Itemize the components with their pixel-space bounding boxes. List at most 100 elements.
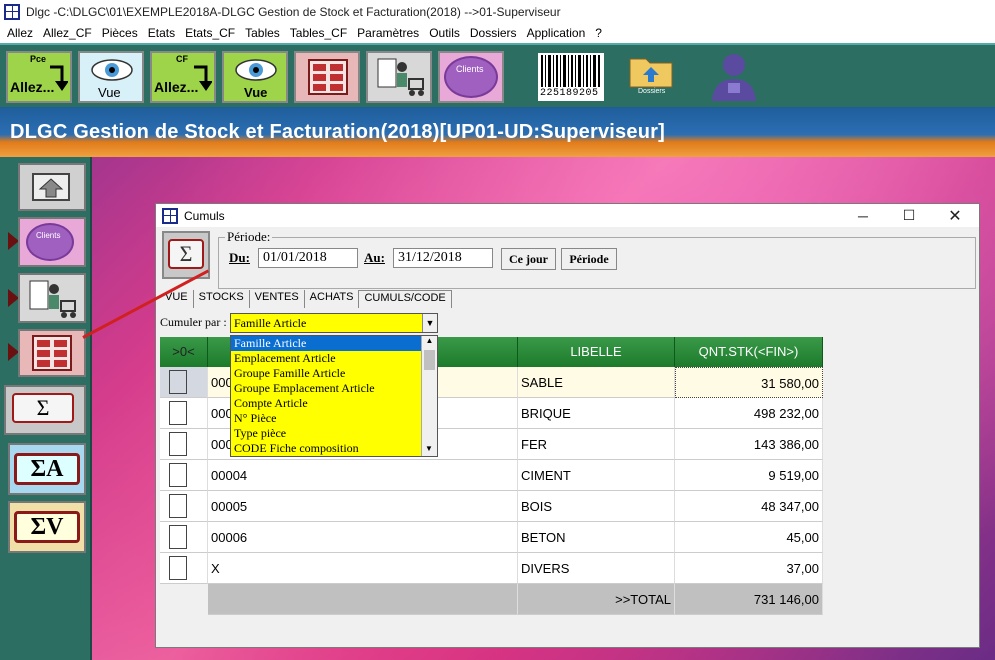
- tables-side-button[interactable]: [18, 329, 86, 377]
- sigma-v-button[interactable]: ΣV: [8, 501, 86, 553]
- tab-stocks[interactable]: STOCKS: [192, 290, 249, 308]
- qnt-cell: 498 232,00: [675, 398, 823, 429]
- vue-cf-button[interactable]: Vue: [222, 51, 288, 103]
- row-checkbox[interactable]: [169, 370, 187, 394]
- column-header-check[interactable]: >0<: [160, 337, 208, 367]
- total-value: 731 146,00: [675, 584, 823, 615]
- table-row[interactable]: X DIVERS 37,00: [160, 553, 823, 584]
- menu-outils[interactable]: Outils: [424, 26, 465, 40]
- dialog-title: Cumuls: [184, 208, 225, 223]
- menu-allez-cf[interactable]: Allez_CF: [38, 26, 97, 40]
- qnt-cell: 143 386,00: [675, 429, 823, 460]
- dropdown-option[interactable]: N° Pièce: [231, 411, 437, 426]
- allez-cf-button[interactable]: CF Allez...: [150, 51, 216, 103]
- du-date-input[interactable]: [258, 248, 358, 268]
- menu-help[interactable]: ?: [590, 26, 607, 40]
- minimize-icon[interactable]: ─: [840, 204, 886, 227]
- menu-application[interactable]: Application: [522, 26, 591, 40]
- user-button[interactable]: [706, 49, 762, 103]
- libelle-cell: BETON: [518, 522, 675, 553]
- dropdown-option[interactable]: Type pièce: [231, 426, 437, 441]
- menu-pieces[interactable]: Pièces: [97, 26, 143, 40]
- periode-button[interactable]: Période: [561, 248, 617, 270]
- row-checkbox[interactable]: [169, 556, 187, 580]
- folder-icon: [629, 58, 673, 88]
- dialog-app-icon: [162, 207, 178, 224]
- tab-cumuls-code[interactable]: CUMULS/CODE: [358, 290, 452, 308]
- scroll-up-icon[interactable]: ▲: [422, 336, 437, 348]
- menu-etats[interactable]: Etats: [143, 26, 180, 40]
- scroll-down-icon[interactable]: ▼: [422, 444, 436, 456]
- menu-dossiers[interactable]: Dossiers: [465, 26, 522, 40]
- menu-tables[interactable]: Tables: [240, 26, 285, 40]
- check-cell: [160, 460, 208, 491]
- clients-side-oval: Clients: [26, 223, 74, 261]
- dropdown-option[interactable]: Emplacement Article: [231, 351, 437, 366]
- libelle-cell: DIVERS: [518, 553, 675, 584]
- vue-pce-button[interactable]: Vue: [78, 51, 144, 103]
- row-checkbox[interactable]: [169, 525, 187, 549]
- main-toolbar: Pce Allez... Vue CF Allez... Vue Clients: [0, 43, 995, 107]
- cumuler-par-select[interactable]: Famille Article ▼: [230, 313, 438, 333]
- worker-cart-icon: [377, 58, 424, 96]
- total-row: >>TOTAL 731 146,00: [160, 584, 823, 615]
- close-icon[interactable]: ✕: [932, 204, 978, 227]
- dropdown-option[interactable]: Groupe Emplacement Article: [231, 381, 437, 396]
- home-button[interactable]: [18, 163, 86, 211]
- fiche-side-button[interactable]: [18, 273, 86, 323]
- barcode-button[interactable]: 225189205: [538, 53, 604, 101]
- clients-side-label: Clients: [36, 231, 61, 240]
- ce-jour-button[interactable]: Ce jour: [501, 248, 556, 270]
- table-row[interactable]: 00005 BOIS 48 347,00: [160, 491, 823, 522]
- table-row[interactable]: 00006 BETON 45,00: [160, 522, 823, 553]
- menu-parametres[interactable]: Paramètres: [352, 26, 424, 40]
- user-icon: [712, 54, 756, 101]
- window-title: Dlgc -C:\DLGC\01\EXEMPLE2018A-DLGC Gesti…: [26, 4, 561, 19]
- cumuler-par-value: Famille Article: [234, 316, 307, 330]
- libelle-cell: FER: [518, 429, 675, 460]
- row-checkbox[interactable]: [169, 494, 187, 518]
- dropdown-option[interactable]: CODE Fiche composition: [231, 441, 437, 456]
- row-checkbox[interactable]: [169, 432, 187, 456]
- fiche-button[interactable]: [366, 51, 432, 103]
- dropdown-option[interactable]: Groupe Famille Article: [231, 366, 437, 381]
- allez-cf-top-label: CF: [176, 54, 188, 64]
- clients-side-button[interactable]: Clients: [18, 217, 86, 267]
- dossiers-button[interactable]: Dossiers: [626, 51, 676, 101]
- tables-button[interactable]: [294, 51, 360, 103]
- qnt-cell: 48 347,00: [675, 491, 823, 522]
- chevron-down-icon[interactable]: ▼: [422, 314, 437, 332]
- arrow-down-icon: [50, 65, 68, 91]
- column-header-qnt[interactable]: QNT.STK(<FIN>): [675, 337, 823, 367]
- check-cell: [160, 522, 208, 553]
- check-cell: [160, 398, 208, 429]
- app-header: DLGC Gestion de Stock et Facturation(201…: [0, 107, 995, 157]
- menu-etats-cf[interactable]: Etats_CF: [180, 26, 240, 40]
- sigma-a-button[interactable]: ΣA: [8, 443, 86, 495]
- maximize-icon[interactable]: ☐: [886, 204, 932, 227]
- code-cell: 00005: [208, 491, 518, 522]
- tab-achats[interactable]: ACHATS: [303, 290, 359, 308]
- table-row[interactable]: 00004 CIMENT 9 519,00: [160, 460, 823, 491]
- au-date-input[interactable]: [393, 248, 493, 268]
- sigma-icon: Σ: [168, 239, 204, 269]
- row-checkbox[interactable]: [169, 401, 187, 425]
- menu-allez[interactable]: Allez: [2, 26, 38, 40]
- tab-ventes[interactable]: VENTES: [248, 290, 304, 308]
- menu-tables-cf[interactable]: Tables_CF: [285, 26, 352, 40]
- cumuls-dialog: Cumuls ─ ☐ ✕ Σ Période: Du: Au: Ce jour …: [155, 203, 980, 648]
- vue-pce-label: Vue: [98, 85, 121, 100]
- column-header-libelle[interactable]: LIBELLE: [518, 337, 675, 367]
- arrow-down-icon: [194, 65, 212, 91]
- allez-pce-top-label: Pce: [30, 54, 47, 64]
- window-titlebar: Dlgc -C:\DLGC\01\EXEMPLE2018A-DLGC Gesti…: [0, 0, 995, 23]
- dropdown-scrollbar[interactable]: ▲ ▼: [421, 336, 437, 456]
- sigma-side-button[interactable]: Σ: [4, 385, 86, 435]
- dropdown-option[interactable]: Compte Article: [231, 396, 437, 411]
- scroll-thumb[interactable]: [424, 350, 435, 370]
- dropdown-option[interactable]: Famille Article: [231, 336, 437, 351]
- row-checkbox[interactable]: [169, 463, 187, 487]
- allez-pce-button[interactable]: Pce Allez...: [6, 51, 72, 103]
- code-cell: 00004: [208, 460, 518, 491]
- clients-button[interactable]: Clients: [438, 51, 504, 103]
